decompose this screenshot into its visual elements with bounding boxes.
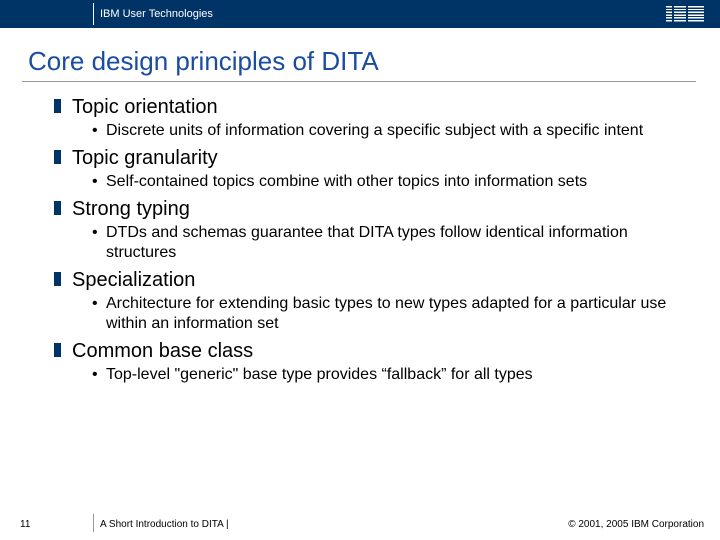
bullet-sub: Discrete units of information covering a… xyxy=(92,121,690,141)
slide-content: Core design principles of DITA Topic ori… xyxy=(0,28,720,385)
bullet-lvl2-wrap: Architecture for extending basic types t… xyxy=(54,294,690,334)
bullet-heading: Strong typing xyxy=(72,198,190,220)
bullet-lvl1: Strong typing xyxy=(54,198,690,221)
footer-copyright: © 2001, 2005 IBM Corporation xyxy=(568,519,704,530)
bullet-list: Topic orientation Discrete units of info… xyxy=(28,96,690,385)
bullet-lvl2-wrap: DTDs and schemas guarantee that DITA typ… xyxy=(54,223,690,263)
bullet-heading: Topic orientation xyxy=(72,96,218,118)
bullet-lvl1: Common base class xyxy=(54,340,690,363)
bullet-sub: Architecture for extending basic types t… xyxy=(92,294,690,334)
footer-divider xyxy=(93,514,94,532)
header-bar: IBM User Technologies xyxy=(0,0,720,28)
bullet-sub: Top-level "generic" base type provides “… xyxy=(92,365,690,385)
footer-deck-title: A Short Introduction to DITA | xyxy=(100,519,229,530)
header-label: IBM User Technologies xyxy=(100,8,213,20)
footer: 11 A Short Introduction to DITA | © 2001… xyxy=(0,510,720,530)
bullet-lvl1: Topic granularity xyxy=(54,147,690,170)
bullet-lvl2-wrap: Top-level "generic" base type provides “… xyxy=(54,365,690,385)
bullet-lvl2-wrap: Discrete units of information covering a… xyxy=(54,121,690,141)
ibm-logo-icon xyxy=(666,6,706,22)
bullet-lvl2-wrap: Self-contained topics combine with other… xyxy=(54,172,690,192)
bullet-lvl1: Topic orientation xyxy=(54,96,690,119)
bullet-sub: Self-contained topics combine with other… xyxy=(92,172,690,192)
slide-title: Core design principles of DITA xyxy=(28,46,690,77)
title-rule xyxy=(22,81,696,82)
bullet-heading: Common base class xyxy=(72,340,253,362)
header-divider xyxy=(93,3,94,25)
bullet-heading: Topic granularity xyxy=(72,147,218,169)
page-number: 11 xyxy=(20,519,30,530)
bullet-sub: DTDs and schemas guarantee that DITA typ… xyxy=(92,223,690,263)
bullet-heading: Specialization xyxy=(72,269,195,291)
bullet-lvl1: Specialization xyxy=(54,269,690,292)
